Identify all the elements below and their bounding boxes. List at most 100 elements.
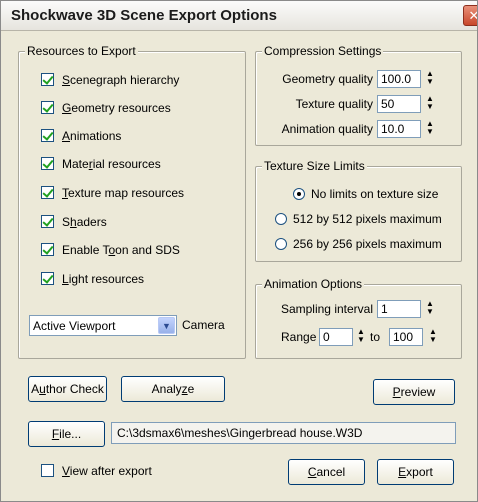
animation-quality-field[interactable]: 10.0 [377, 120, 421, 138]
range-from-spinner[interactable]: ▲ ▼ [355, 328, 367, 346]
cancel-button[interactable]: Cancel [288, 459, 365, 485]
radio-icon [275, 213, 287, 225]
window-title: Shockwave 3D Scene Export Options [11, 7, 277, 24]
spin-down-icon[interactable]: ▼ [355, 336, 367, 344]
close-icon: ✕ [469, 8, 477, 23]
animation-options-group: Animation Options Sampling interval 1 ▲ ▼… [255, 277, 462, 359]
checkbox-label: ight resources [68, 272, 145, 286]
check-icon [41, 129, 54, 142]
animation-quality-label: Animation quality [281, 122, 373, 136]
checkbox-label: eometry resources [71, 101, 171, 115]
button-label: A [31, 382, 40, 396]
compression-group: Compression Settings Geometry quality 10… [255, 44, 462, 146]
range-from-field[interactable]: 0 [319, 328, 353, 346]
texture-quality-label: Texture quality [295, 97, 373, 111]
spin-down-icon[interactable]: ▼ [424, 103, 436, 111]
checkbox-label: aders [76, 215, 107, 229]
check-icon [41, 186, 54, 199]
resources-group-title: Resources to Export [25, 44, 138, 58]
checkbox-label: Mate [62, 157, 89, 171]
no-limit-radio[interactable]: No limits on texture size [293, 187, 438, 201]
animation-quality-spinner[interactable]: ▲ ▼ [424, 120, 436, 138]
button-label-mnemonic: P [392, 385, 401, 399]
button-label: review [400, 385, 436, 399]
checkbox-label: S [62, 215, 71, 229]
file-path-field[interactable]: C:\3dsmax6\meshes\Gingerbread house.W3D [111, 422, 456, 444]
range-label: Range [281, 330, 317, 344]
texture-quality-value: 50 [381, 97, 395, 111]
sampling-interval-value: 1 [381, 302, 388, 316]
camera-label: Camera [182, 318, 225, 332]
checkbox-label: ial resources [92, 157, 161, 171]
shaders-checkbox[interactable]: Shaders [41, 215, 107, 229]
material-resources-checkbox[interactable]: Material resources [41, 157, 161, 171]
animations-checkbox[interactable]: Animations [41, 129, 121, 143]
checkbox-label-mnemonic: V [62, 464, 70, 478]
checkbox-label: on and SDS [115, 243, 180, 257]
check-icon [41, 157, 54, 170]
view-after-export-checkbox[interactable]: View after export [41, 464, 152, 478]
light-resources-checkbox[interactable]: Light resources [41, 272, 144, 286]
spin-down-icon[interactable]: ▼ [424, 128, 436, 136]
preview-button[interactable]: Preview [373, 379, 455, 405]
animation-quality-value: 10.0 [381, 122, 405, 136]
export-options-dialog: Shockwave 3D Scene Export Options ✕ Reso… [0, 0, 478, 502]
geometry-quality-spinner[interactable]: ▲ ▼ [424, 70, 436, 88]
check-icon [41, 215, 54, 228]
resources-group: Resources to Export Scenegraph hierarchy… [18, 44, 246, 359]
checkbox-label-mnemonic: S [62, 73, 71, 87]
limit-512-radio[interactable]: 512 by 512 pixels maximum [275, 212, 442, 226]
texture-quality-field[interactable]: 50 [377, 95, 421, 113]
spin-down-icon[interactable]: ▼ [427, 336, 439, 344]
range-from-value: 0 [323, 330, 330, 344]
close-button[interactable]: ✕ [463, 5, 477, 26]
sampling-interval-spinner[interactable]: ▲ ▼ [424, 300, 436, 318]
button-label: ancel [316, 465, 346, 479]
radio-label: 256 by 256 pixels maximum [293, 237, 442, 251]
checkbox-label: nimations [70, 129, 122, 143]
check-icon [41, 272, 54, 285]
radio-selected-icon [293, 188, 305, 200]
analyze-button[interactable]: Analyze [121, 376, 225, 402]
checkbox-label-mnemonic: A [62, 129, 71, 143]
range-to-field[interactable]: 100 [389, 328, 423, 346]
export-button[interactable]: Export [377, 459, 454, 485]
geometry-quality-label: Geometry quality [282, 72, 373, 86]
checkbox-label: cenegraph hierarchy [70, 73, 180, 87]
button-label-mnemonic: E [398, 465, 407, 479]
texture-map-resources-checkbox[interactable]: Texture map resources [41, 186, 184, 200]
range-to-label: to [370, 330, 381, 344]
check-icon [41, 243, 54, 256]
title-bar[interactable]: Shockwave 3D Scene Export Options ✕ [1, 1, 477, 31]
spin-down-icon[interactable]: ▼ [424, 308, 436, 316]
checkbox-icon [41, 464, 54, 477]
author-check-button[interactable]: Author Check [28, 376, 107, 402]
range-to-value: 100 [393, 330, 414, 344]
checkbox-label: Enable T [62, 243, 109, 257]
spin-down-icon[interactable]: ▼ [424, 78, 436, 86]
button-label: thor Check [45, 382, 104, 396]
texture-quality-spinner[interactable]: ▲ ▼ [424, 95, 436, 113]
button-label: ile... [59, 427, 82, 441]
viewport-select-value: Active Viewport [33, 319, 116, 333]
chevron-down-icon[interactable]: ▼ [158, 317, 175, 334]
geometry-quality-field[interactable]: 100.0 [377, 70, 421, 88]
compression-group-title: Compression Settings [262, 44, 384, 58]
button-label-mnemonic: u [39, 382, 46, 396]
enable-toon-sds-checkbox[interactable]: Enable Toon and SDS [41, 243, 180, 257]
scenegraph-hierarchy-checkbox[interactable]: Scenegraph hierarchy [41, 73, 179, 87]
sampling-interval-label: Sampling interval [280, 302, 373, 316]
geometry-resources-checkbox[interactable]: Geometry resources [41, 101, 171, 115]
file-button[interactable]: File... [28, 421, 105, 447]
texture-limits-group: Texture Size Limits No limits on texture… [255, 159, 462, 262]
animation-options-group-title: Animation Options [262, 277, 365, 291]
range-to-spinner[interactable]: ▲ ▼ [427, 328, 439, 346]
viewport-select[interactable]: Active Viewport ▼ [29, 315, 177, 336]
check-icon [41, 73, 54, 86]
checkbox-label: exture map resources [68, 186, 185, 200]
radio-label: No limits on texture size [311, 187, 439, 201]
sampling-interval-field[interactable]: 1 [377, 300, 421, 318]
button-label: e [187, 382, 195, 396]
limit-256-radio[interactable]: 256 by 256 pixels maximum [275, 237, 442, 251]
check-icon [41, 101, 54, 114]
